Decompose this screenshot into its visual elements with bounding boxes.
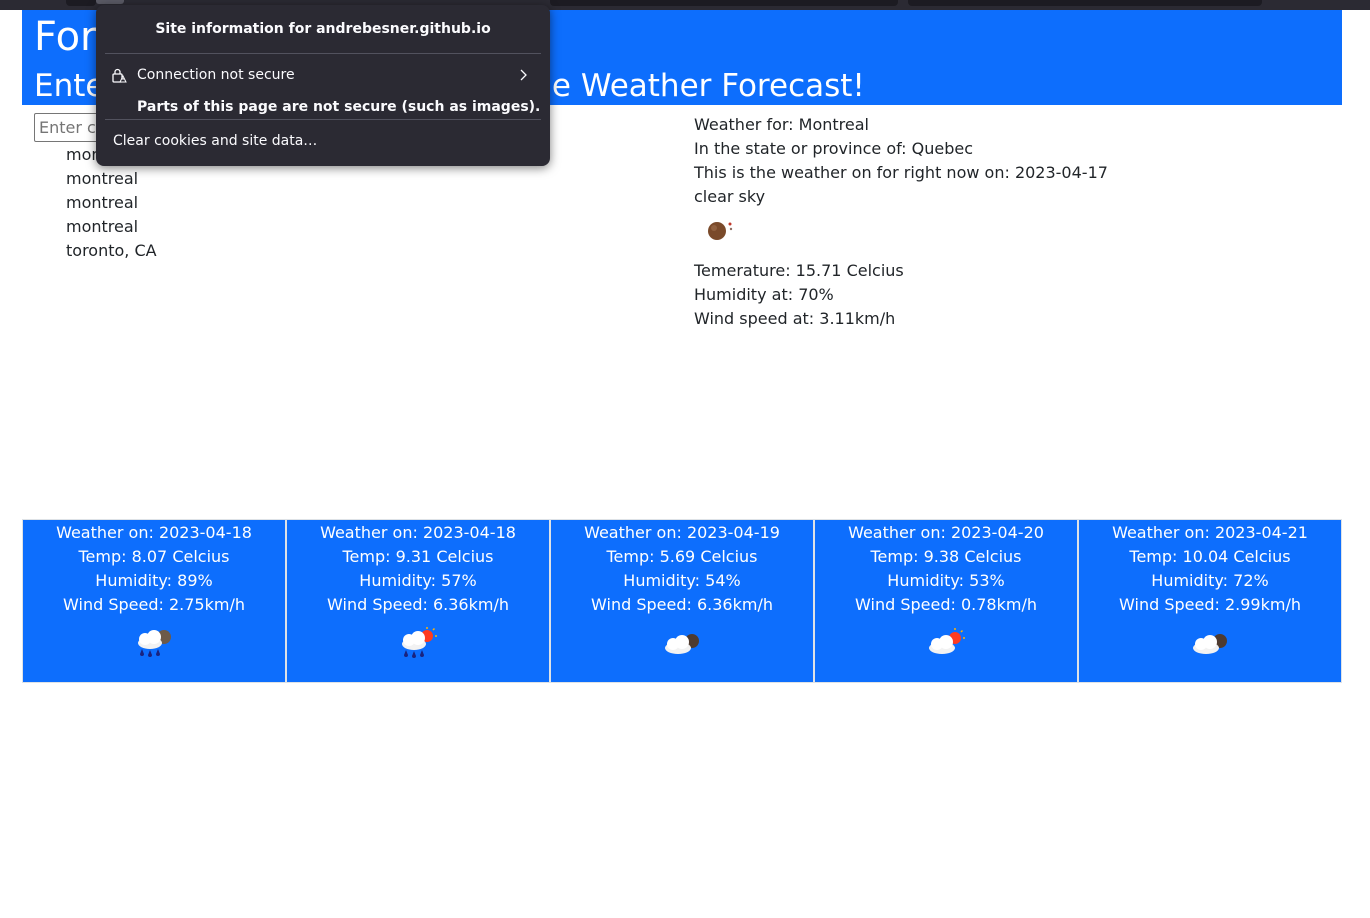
forecast-temp: Temp: 10.04 Celcius [1129,547,1291,566]
forecast-temp: Temp: 9.38 Celcius [870,547,1022,566]
forecast-humidity: Humidity: 89% [95,571,213,590]
forecast-card: Weather on: 2023-04-18 Temp: 9.31 Celciu… [286,519,550,683]
forecast-card: Weather on: 2023-04-19 Temp: 5.69 Celciu… [550,519,814,683]
forecast-card: Weather on: 2023-04-18 Temp: 8.07 Celciu… [22,519,286,683]
toolbar-segment [550,0,898,6]
history-item[interactable]: montreal [66,191,157,215]
chevron-right-icon [520,69,527,81]
current-date: This is the weather on for right now on:… [694,163,1108,182]
forecast-humidity: Humidity: 53% [887,571,1005,590]
insecure-warning-text: Parts of this page are not secure (such … [137,99,541,115]
forecast-humidity: Humidity: 57% [359,571,477,590]
toolbar-segment [66,0,96,6]
history-item[interactable]: toronto, CA [66,239,157,263]
forecast-date: Weather on: 2023-04-18 [320,523,516,542]
site-info-button[interactable] [96,0,124,4]
connection-label: Connection not secure [137,67,295,83]
forecast-date: Weather on: 2023-04-21 [1112,523,1308,542]
few-clouds-day-icon [929,628,965,654]
clear-cookies-button[interactable]: Clear cookies and site data… [105,126,541,156]
few-clouds-night-icon [665,634,699,654]
current-temperature: Temerature: 15.71 Celcius [694,261,904,280]
forecast-wind: Wind Speed: 2.75km/h [63,595,245,614]
forecast-temp: Temp: 5.69 Celcius [606,547,758,566]
forecast-card: Weather on: 2023-04-20 Temp: 9.38 Celciu… [814,519,1078,683]
forecast-wind: Wind Speed: 0.78km/h [855,595,1037,614]
site-information-popup: Site information for andrebesner.github.… [96,5,550,166]
five-day-forecast: Weather on: 2023-04-18 Temp: 8.07 Celciu… [22,519,1342,683]
current-city: Weather for: Montreal [694,115,869,134]
connection-not-secure-row[interactable]: Connection not secure [105,59,541,91]
current-region: In the state or province of: Quebec [694,139,974,158]
current-description: clear sky [694,187,766,206]
forecast-humidity: Humidity: 54% [623,571,741,590]
divider [105,53,541,54]
current-weather-panel: Weather for: Montreal In the state or pr… [694,113,1294,331]
history-item[interactable]: montreal [66,167,157,191]
popup-title: Site information for andrebesner.github.… [155,21,491,37]
forecast-card: Weather on: 2023-04-21 Temp: 10.04 Celci… [1078,519,1342,683]
forecast-temp: Temp: 9.31 Celcius [342,547,494,566]
forecast-wind: Wind Speed: 6.36km/h [327,595,509,614]
forecast-date: Weather on: 2023-04-19 [584,523,780,542]
current-wind: Wind speed at: 3.11km/h [694,309,896,328]
forecast-wind: Wind Speed: 6.36km/h [591,595,773,614]
forecast-date: Weather on: 2023-04-20 [848,523,1044,542]
history-item[interactable]: montreal [66,215,157,239]
insecure-lock-icon [112,68,127,83]
divider [105,119,541,120]
rain-night-icon [138,630,171,657]
forecast-date: Weather on: 2023-04-18 [56,523,252,542]
current-humidity: Humidity at: 70% [694,285,834,304]
forecast-wind: Wind Speed: 2.99km/h [1119,595,1301,614]
forecast-temp: Temp: 8.07 Celcius [78,547,230,566]
few-clouds-night-icon [1193,634,1227,654]
forecast-humidity: Humidity: 72% [1151,571,1269,590]
toolbar-segment [908,0,1262,6]
clear-sky-night-icon [708,222,733,240]
rain-day-icon [402,627,437,658]
